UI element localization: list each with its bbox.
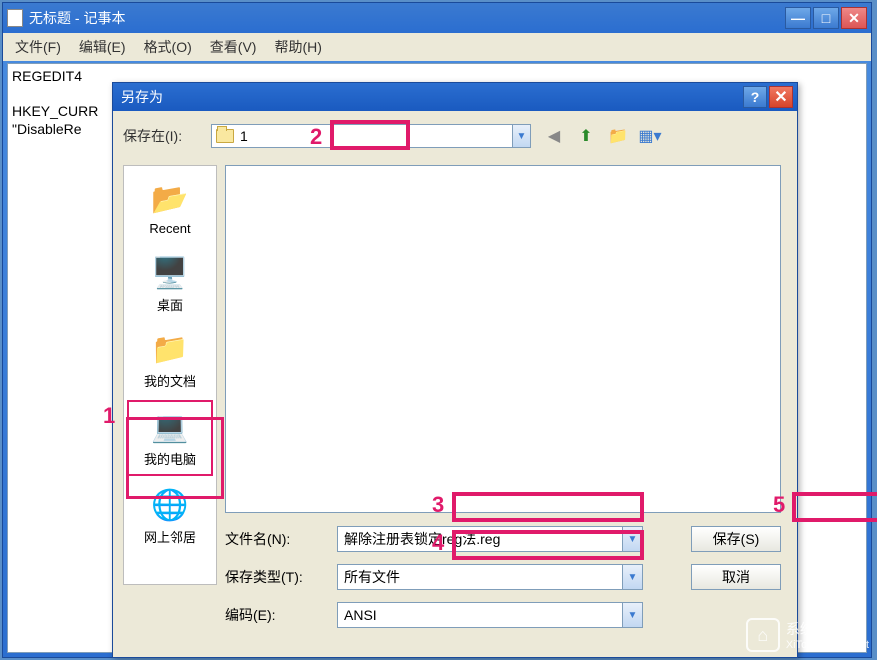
folder-icon <box>216 129 234 143</box>
notepad-titlebar: 无标题 - 记事本 — □ ✕ <box>3 3 871 33</box>
chevron-down-icon[interactable]: ▼ <box>622 565 642 589</box>
new-folder-icon[interactable]: 📁 <box>607 125 629 147</box>
savein-label: 保存在(I): <box>123 126 211 146</box>
watermark-url: XiTongZhiJia.Net <box>786 639 869 651</box>
back-icon[interactable]: ◀ <box>543 125 565 147</box>
chevron-down-icon[interactable]: ▼ <box>622 603 642 627</box>
up-icon[interactable]: ⬆ <box>575 125 597 147</box>
notepad-title: 无标题 - 记事本 <box>29 8 785 28</box>
watermark: ⌂ 系统之家 XiTongZhiJia.Net <box>746 618 869 652</box>
chevron-down-icon[interactable]: ▼ <box>622 527 642 551</box>
help-button[interactable]: ? <box>743 86 767 108</box>
network-icon: 🌐 <box>149 487 191 525</box>
chevron-down-icon[interactable]: ▼ <box>512 125 530 147</box>
toolbar-nav: ◀ ⬆ 📁 ▦▾ <box>543 125 661 147</box>
views-icon[interactable]: ▦▾ <box>639 125 661 147</box>
documents-icon: 📁 <box>149 331 191 369</box>
save-button[interactable]: 保存(S) <box>691 526 781 552</box>
computer-icon: 💻 <box>149 409 191 447</box>
place-network[interactable]: 🌐 网上邻居 <box>129 480 211 552</box>
menu-file[interactable]: 文件(F) <box>15 37 61 57</box>
window-controls: — □ ✕ <box>785 7 867 29</box>
watermark-site: 系统之家 <box>786 619 869 639</box>
house-icon: ⌂ <box>746 618 780 652</box>
filetype-label: 保存类型(T): <box>225 567 337 587</box>
filename-value: 解除注册表锁定reg法.reg <box>338 529 622 549</box>
minimize-button[interactable]: — <box>785 7 811 29</box>
places-bar: 📂 Recent 🖥️ 桌面 📁 我的文档 💻 我的电脑 🌐 网上邻居 <box>123 165 217 585</box>
menu-view[interactable]: 查看(V) <box>210 37 257 57</box>
encoding-combo[interactable]: ANSI ▼ <box>337 602 643 628</box>
saveas-titlebar: 另存为 ? ✕ <box>113 83 797 111</box>
filename-label: 文件名(N): <box>225 529 337 549</box>
notepad-icon <box>7 9 23 27</box>
place-documents[interactable]: 📁 我的文档 <box>129 324 211 396</box>
menu-edit[interactable]: 编辑(E) <box>79 37 126 57</box>
notepad-menubar: 文件(F) 编辑(E) 格式(O) 查看(V) 帮助(H) <box>3 33 871 61</box>
menu-format[interactable]: 格式(O) <box>144 37 192 57</box>
saveas-title: 另存为 <box>121 87 743 107</box>
encoding-value: ANSI <box>338 607 622 623</box>
bottom-rows: 文件名(N): 解除注册表锁定reg法.reg ▼ 保存(S) 保存类型(T):… <box>225 523 781 637</box>
place-computer[interactable]: 💻 我的电脑 <box>127 400 213 476</box>
savein-value: 1 <box>238 128 512 144</box>
file-list[interactable] <box>225 165 781 513</box>
filetype-combo[interactable]: 所有文件 ▼ <box>337 564 643 590</box>
savein-combo[interactable]: 1 ▼ <box>211 124 531 148</box>
cancel-button[interactable]: 取消 <box>691 564 781 590</box>
maximize-button[interactable]: □ <box>813 7 839 29</box>
dialog-close-button[interactable]: ✕ <box>769 86 793 108</box>
savein-row: 保存在(I): 1 ▼ ◀ ⬆ 📁 ▦▾ <box>123 123 781 149</box>
filetype-value: 所有文件 <box>338 567 622 587</box>
saveas-body: 保存在(I): 1 ▼ ◀ ⬆ 📁 ▦▾ 📂 Recent 🖥️ 桌面 <box>113 111 797 657</box>
recent-icon: 📂 <box>149 181 191 219</box>
filename-combo[interactable]: 解除注册表锁定reg法.reg ▼ <box>337 526 643 552</box>
place-recent[interactable]: 📂 Recent <box>129 172 211 244</box>
close-button[interactable]: ✕ <box>841 7 867 29</box>
saveas-dialog: 另存为 ? ✕ 保存在(I): 1 ▼ ◀ ⬆ 📁 ▦▾ 📂 Recent <box>112 82 798 658</box>
desktop-icon: 🖥️ <box>149 255 191 293</box>
place-desktop[interactable]: 🖥️ 桌面 <box>129 248 211 320</box>
menu-help[interactable]: 帮助(H) <box>274 37 321 57</box>
encoding-label: 编码(E): <box>225 605 337 625</box>
